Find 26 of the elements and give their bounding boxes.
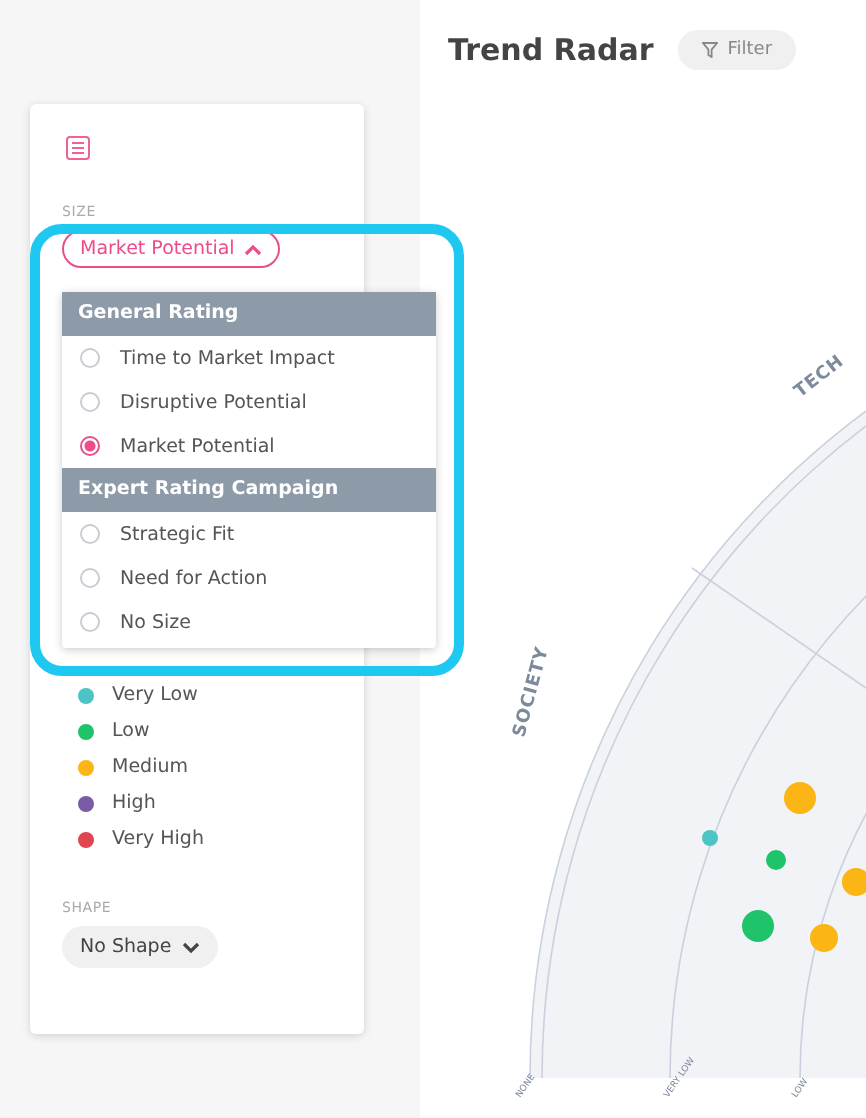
menu-group-header: Expert Rating Campaign bbox=[62, 468, 436, 512]
size-dropdown[interactable]: Market Potential bbox=[62, 230, 281, 268]
menu-group-header: General Rating bbox=[62, 292, 436, 336]
caret-icon bbox=[244, 243, 263, 255]
radio-button[interactable] bbox=[80, 392, 100, 412]
radio-button[interactable] bbox=[80, 436, 100, 456]
radio-button[interactable] bbox=[80, 568, 100, 588]
menu-option[interactable]: Market Potential bbox=[62, 424, 436, 468]
radio-button[interactable] bbox=[80, 612, 100, 632]
menu-option[interactable]: Time to Market Impact bbox=[62, 336, 436, 380]
menu-option[interactable]: Disruptive Potential bbox=[62, 380, 436, 424]
page-title: Trend Radar bbox=[448, 32, 654, 68]
legend-label: Very Low bbox=[112, 684, 198, 706]
radio-button[interactable] bbox=[80, 348, 100, 368]
legend-label: Low bbox=[112, 720, 150, 742]
legend-label: Medium bbox=[112, 756, 188, 778]
legend-label: High bbox=[112, 792, 156, 814]
shape-dropdown[interactable]: No Shape bbox=[62, 926, 218, 968]
menu-option[interactable]: Strategic Fit bbox=[62, 512, 436, 556]
filter-icon bbox=[701, 42, 718, 58]
menu-option[interactable]: No Size bbox=[62, 600, 436, 644]
radio-button[interactable] bbox=[80, 524, 100, 544]
caret-icon bbox=[181, 941, 200, 953]
menu-option[interactable]: Need for Action bbox=[62, 556, 436, 600]
legend-label: Very High bbox=[112, 828, 204, 850]
list-icon[interactable] bbox=[66, 136, 90, 160]
